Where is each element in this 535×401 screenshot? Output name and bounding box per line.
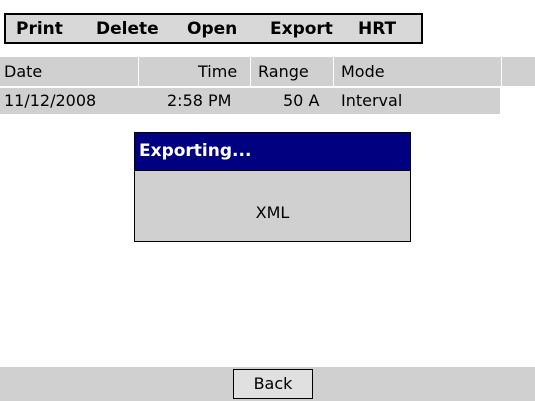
column-divider	[250, 57, 251, 86]
cell-range: 50 A	[283, 91, 320, 110]
cell-time: 2:58 PM	[167, 91, 232, 110]
bottom-bar: Back	[0, 367, 535, 401]
table-row[interactable]: 11/12/2008 2:58 PM 50 A Interval	[0, 88, 500, 114]
column-divider	[138, 57, 139, 86]
device-screen: Print Delete Open Export HRT Date Time R…	[0, 0, 535, 401]
column-header-time[interactable]: Time	[198, 62, 237, 81]
menu-export-button[interactable]: Export	[270, 19, 333, 39]
dialog-message: XML	[255, 203, 290, 222]
menu-print-button[interactable]: Print	[16, 19, 63, 39]
back-button[interactable]: Back	[233, 369, 313, 399]
dialog-title: Exporting...	[139, 141, 252, 161]
column-header-date[interactable]: Date	[4, 62, 42, 81]
column-header-range[interactable]: Range	[258, 62, 309, 81]
cell-mode: Interval	[341, 91, 403, 110]
menu-delete-button[interactable]: Delete	[96, 19, 159, 39]
menu-hrt-button[interactable]: HRT	[358, 19, 396, 39]
dialog-title-bar: Exporting...	[135, 133, 410, 171]
exporting-dialog: Exporting... XML	[134, 132, 411, 242]
column-divider	[333, 57, 334, 86]
column-header-mode[interactable]: Mode	[341, 62, 385, 81]
column-divider	[501, 57, 502, 86]
top-menu-bar: Print Delete Open Export HRT	[4, 13, 423, 44]
table-header: Date Time Range Mode	[0, 57, 535, 86]
menu-open-button[interactable]: Open	[187, 19, 237, 39]
cell-date: 11/12/2008	[4, 91, 97, 110]
